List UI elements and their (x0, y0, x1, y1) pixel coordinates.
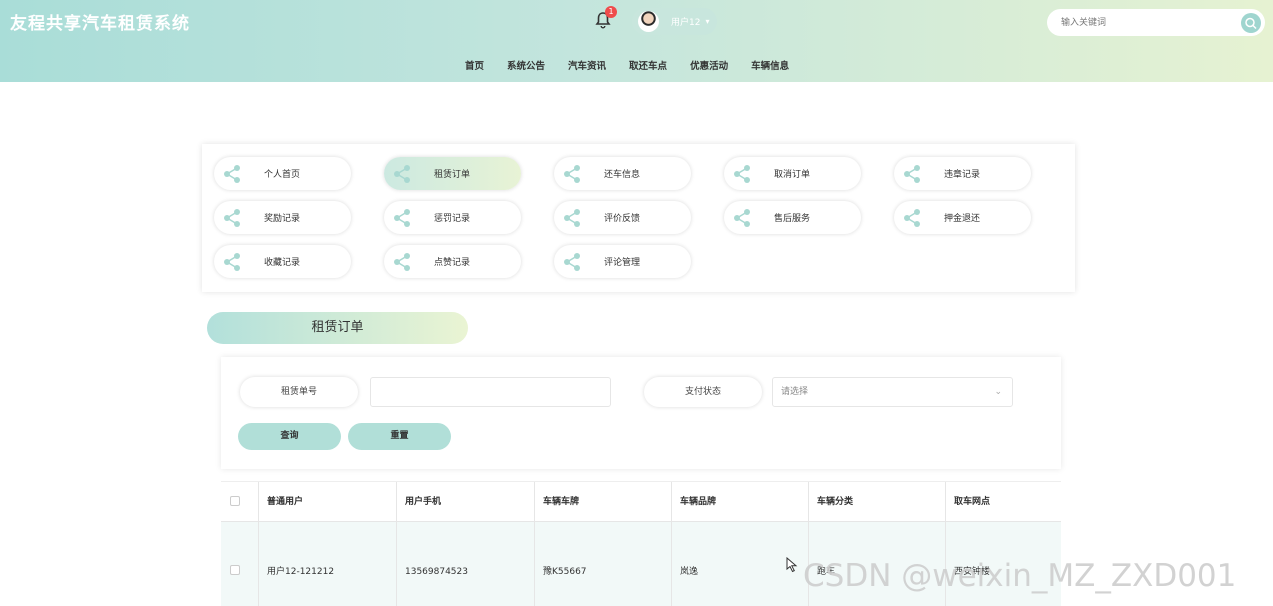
avatar (638, 11, 659, 32)
menu-label: 惩罚记录 (434, 214, 471, 224)
user-menu[interactable]: 用户12 ▾ (632, 8, 717, 35)
menu-label: 个人首页 (264, 170, 301, 180)
share-icon (224, 209, 240, 227)
pay-status-label: 支付状态 (644, 377, 762, 407)
mouse-cursor-icon (786, 557, 798, 573)
order-no-label: 租赁单号 (240, 377, 358, 407)
table-cell: 13569874523 (396, 522, 534, 606)
menu-label: 售后服务 (774, 214, 811, 224)
column-header[interactable]: 取车网点 (945, 482, 1061, 521)
search-input[interactable] (1061, 14, 1231, 31)
user-name: 用户12 (671, 18, 701, 28)
share-icon (564, 209, 580, 227)
filter-panel: 租赁单号 支付状态 请选择 ⌄ 查询 重置 (221, 357, 1061, 469)
menu-item-return-info[interactable]: 还车信息 (554, 157, 691, 190)
menu-item-feedback[interactable]: 评价反馈 (554, 201, 691, 234)
menu-item-after-sales[interactable]: 售后服务 (724, 201, 861, 234)
table-cell: 用户12-121212 (258, 522, 396, 606)
menu-item-violations[interactable]: 违章记录 (894, 157, 1031, 190)
table-header: 普通用户 用户手机 车辆车牌 车辆品牌 车辆分类 取车网点 (221, 481, 1061, 522)
nav-announcements[interactable]: 系统公告 (507, 58, 545, 72)
nav-home[interactable]: 首页 (465, 58, 484, 72)
search-icon (1245, 17, 1257, 30)
watermark: CSDN @weixin_MZ_ZXD001 (803, 558, 1237, 594)
share-icon (224, 165, 240, 183)
share-icon (394, 165, 410, 183)
menu-label: 评价反馈 (604, 214, 641, 224)
column-header[interactable]: 车辆分类 (808, 482, 945, 521)
column-header[interactable]: 用户手机 (396, 482, 534, 521)
share-icon (734, 209, 750, 227)
share-icon (224, 253, 240, 271)
menu-item-penalties[interactable]: 惩罚记录 (384, 201, 521, 234)
pay-status-select[interactable]: 请选择 ⌄ (772, 377, 1013, 407)
chevron-down-icon: ⌄ (994, 387, 1002, 397)
share-icon (734, 165, 750, 183)
share-icon (904, 209, 920, 227)
share-icon (394, 253, 410, 271)
menu-label: 奖励记录 (264, 214, 301, 224)
menu-item-comments[interactable]: 评论管理 (554, 245, 691, 278)
select-all-checkbox[interactable] (230, 496, 240, 506)
menu-item-likes[interactable]: 点赞记录 (384, 245, 521, 278)
reset-button[interactable]: 重置 (348, 423, 451, 450)
share-icon (564, 165, 580, 183)
menu-item-deposit-refund[interactable]: 押金退还 (894, 201, 1031, 234)
nav-car-news[interactable]: 汽车资讯 (568, 58, 606, 72)
search-button[interactable] (1241, 13, 1261, 33)
menu-label: 点赞记录 (434, 258, 471, 268)
column-header[interactable]: 普通用户 (258, 482, 396, 521)
menu-item-cancel-orders[interactable]: 取消订单 (724, 157, 861, 190)
menu-label: 还车信息 (604, 170, 641, 180)
nav-vehicle-info[interactable]: 车辆信息 (751, 58, 789, 72)
notification-badge: 1 (605, 6, 617, 18)
menu-label: 取消订单 (774, 170, 811, 180)
search-box (1047, 9, 1265, 36)
main-nav: 首页 系统公告 汽车资讯 取还车点 优惠活动 车辆信息 (465, 58, 812, 72)
nav-pickup-points[interactable]: 取还车点 (629, 58, 667, 72)
menu-label: 评论管理 (604, 258, 641, 268)
top-header: 友程共享汽车租赁系统 1 用户12 ▾ 首页 系统公告 汽车资讯 取还车点 优惠… (0, 0, 1273, 82)
table-cell: 豫K55667 (534, 522, 671, 606)
site-title: 友程共享汽车租赁系统 (10, 14, 190, 34)
menu-item-rental-orders[interactable]: 租赁订单 (384, 157, 521, 190)
row-checkbox[interactable] (230, 565, 240, 575)
pay-status-value: 请选择 (781, 387, 809, 397)
order-no-input[interactable] (370, 377, 611, 407)
share-icon (564, 253, 580, 271)
column-header[interactable]: 车辆车牌 (534, 482, 671, 521)
menu-label: 收藏记录 (264, 258, 301, 268)
menu-item-personal-home[interactable]: 个人首页 (214, 157, 351, 190)
share-icon (904, 165, 920, 183)
user-center-menu: 个人首页 租赁订单 还车信息 取消订单 违章记录 奖励记录 惩罚记录 评价反馈 … (202, 144, 1075, 292)
chevron-down-icon: ▾ (705, 17, 710, 26)
query-button[interactable]: 查询 (238, 423, 341, 450)
column-header[interactable]: 车辆品牌 (671, 482, 808, 521)
menu-item-favorites[interactable]: 收藏记录 (214, 245, 351, 278)
menu-item-rewards[interactable]: 奖励记录 (214, 201, 351, 234)
share-icon (394, 209, 410, 227)
menu-label: 租赁订单 (434, 170, 471, 180)
menu-label: 违章记录 (944, 170, 981, 180)
nav-promotions[interactable]: 优惠活动 (690, 58, 728, 72)
menu-label: 押金退还 (944, 214, 981, 224)
section-title: 租赁订单 (207, 312, 468, 344)
